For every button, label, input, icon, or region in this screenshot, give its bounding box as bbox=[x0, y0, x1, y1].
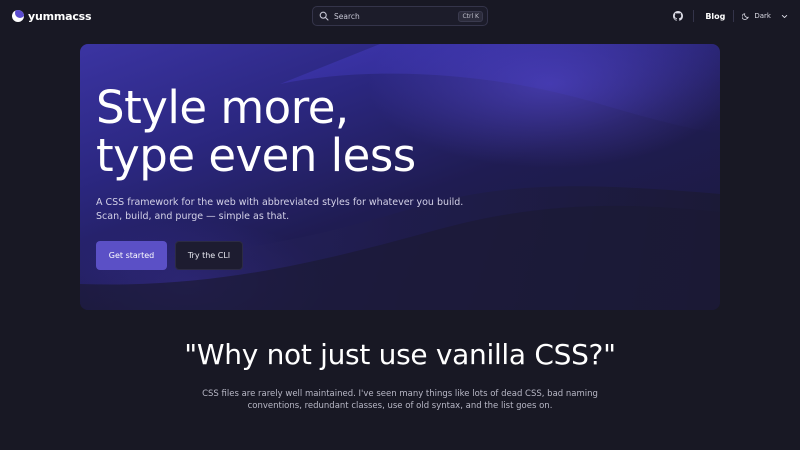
hero-title-line-2: type even less bbox=[96, 129, 416, 182]
nav-divider bbox=[693, 10, 695, 22]
logo-icon bbox=[12, 10, 24, 22]
nav-right: Blog Dark bbox=[673, 6, 788, 26]
logo-text: yummacss bbox=[28, 9, 92, 23]
hero-title: Style more, type even less bbox=[96, 84, 516, 180]
search-shortcut-badge: Ctrl K bbox=[458, 10, 483, 22]
top-nav: yummacss Search Ctrl K Blog Dark bbox=[0, 0, 800, 32]
search-input[interactable]: Search Ctrl K bbox=[312, 6, 488, 26]
hero-description: A CSS framework for the web with abbrevi… bbox=[96, 197, 464, 222]
nav-divider bbox=[733, 10, 735, 22]
search-icon bbox=[319, 11, 329, 21]
section-body: CSS files are rarely well maintained. I'… bbox=[202, 389, 598, 411]
logo-link[interactable]: yummacss bbox=[12, 9, 92, 23]
section-heading: "Why not just use vanilla CSS?" bbox=[184, 338, 616, 371]
theme-toggle-button[interactable]: Dark bbox=[742, 12, 788, 20]
search-placeholder: Search bbox=[334, 11, 360, 21]
blog-link[interactable]: Blog bbox=[705, 12, 725, 21]
hero-title-line-1: Style more, bbox=[96, 81, 349, 134]
moon-icon bbox=[742, 13, 750, 20]
hero-banner: Style more, type even less A CSS framewo… bbox=[80, 44, 720, 310]
try-cli-button[interactable]: Try the CLI bbox=[175, 241, 243, 270]
theme-label: Dark bbox=[754, 12, 771, 20]
get-started-button[interactable]: Get started bbox=[96, 241, 167, 270]
github-icon[interactable] bbox=[673, 11, 684, 21]
chevron-down-icon bbox=[781, 14, 788, 18]
